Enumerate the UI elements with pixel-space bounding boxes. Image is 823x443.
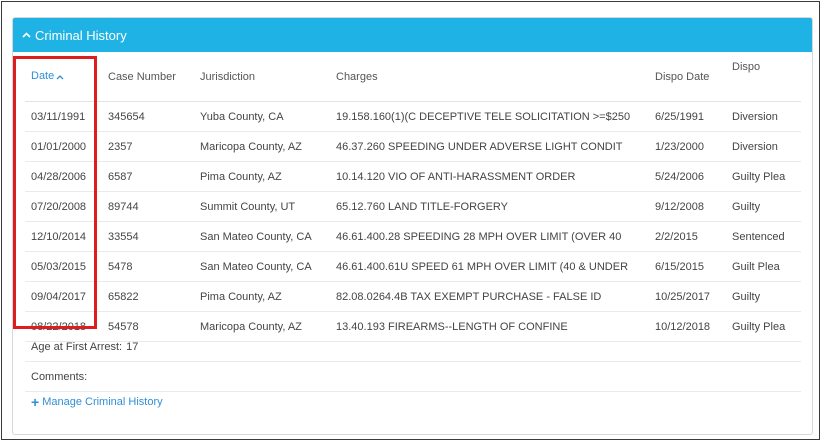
cell-charges: 19.158.160(1)(C DECEPTIVE TELE SOLICITAT… bbox=[330, 101, 649, 132]
cell-dispo: Guilty Plea bbox=[726, 161, 801, 192]
column-header-date-label: Date bbox=[31, 70, 55, 83]
table-row: 07/20/2008 89744 Summit County, UT 65.12… bbox=[25, 191, 801, 222]
cell-charges: 10.14.120 VIO OF ANTI-HARASSMENT ORDER bbox=[330, 161, 649, 192]
cell-jurisdiction: Pima County, AZ bbox=[194, 281, 330, 312]
cell-date: 04/28/2006 bbox=[25, 161, 102, 192]
cell-date: 01/01/2000 bbox=[25, 131, 102, 162]
table-row: 01/01/2000 2357 Maricopa County, AZ 46.3… bbox=[25, 131, 801, 162]
cell-date: 05/03/2015 bbox=[25, 251, 102, 282]
age-at-first-arrest-row: Age at First Arrest: 17 bbox=[25, 332, 801, 362]
cell-case-number: 89744 bbox=[102, 191, 194, 222]
cell-charges: 82.08.0264.4B TAX EXEMPT PURCHASE - FALS… bbox=[330, 281, 649, 312]
column-header-charges[interactable]: Charges bbox=[330, 52, 649, 102]
cell-case-number: 65822 bbox=[102, 281, 194, 312]
cell-dispo: Sentenced bbox=[726, 221, 801, 252]
cell-case-number: 6587 bbox=[102, 161, 194, 192]
cell-charges: 46.37.260 SPEEDING UNDER ADVERSE LIGHT C… bbox=[330, 131, 649, 162]
age-at-first-arrest-label: Age at First Arrest: bbox=[31, 340, 123, 353]
table-row: 09/04/2017 65822 Pima County, AZ 82.08.0… bbox=[25, 281, 801, 312]
cell-jurisdiction: Summit County, UT bbox=[194, 191, 330, 222]
cell-dispo-date: 2/2/2015 bbox=[649, 221, 726, 252]
cell-jurisdiction: Yuba County, CA bbox=[194, 101, 330, 132]
cell-dispo: Guilty bbox=[726, 281, 801, 312]
plus-icon: + bbox=[31, 393, 40, 410]
cell-jurisdiction: San Mateo County, CA bbox=[194, 251, 330, 282]
cell-dispo-date: 9/12/2008 bbox=[649, 191, 726, 222]
cell-case-number: 5478 bbox=[102, 251, 194, 282]
cell-jurisdiction: San Mateo County, CA bbox=[194, 221, 330, 252]
cell-charges: 46.61.400.28 SPEEDING 28 MPH OVER LIMIT … bbox=[330, 221, 649, 252]
cell-jurisdiction: Maricopa County, AZ bbox=[194, 131, 330, 162]
cell-date: 09/04/2017 bbox=[25, 281, 102, 312]
table-row: 03/11/1991 345654 Yuba County, CA 19.158… bbox=[25, 101, 801, 132]
screenshot-frame: Criminal History Date Case Number Jurisd… bbox=[1, 1, 820, 440]
criminal-history-table: Date Case Number Jurisdiction Charges Di… bbox=[25, 52, 801, 342]
criminal-history-table-wrapper: Date Case Number Jurisdiction Charges Di… bbox=[25, 52, 801, 342]
cell-dispo: Guilt Plea bbox=[726, 251, 801, 282]
comments-label: Comments: bbox=[31, 370, 88, 383]
cell-date: 07/20/2008 bbox=[25, 191, 102, 222]
cell-charges: 65.12.760 LAND TITLE-FORGERY bbox=[330, 191, 649, 222]
table-row: 05/03/2015 5478 San Mateo County, CA 46.… bbox=[25, 251, 801, 282]
table-header-row: Date Case Number Jurisdiction Charges Di… bbox=[25, 52, 801, 102]
column-header-dispo[interactable]: Dispo bbox=[726, 52, 801, 102]
age-at-first-arrest-value: 17 bbox=[126, 340, 139, 353]
cell-dispo-date: 6/15/2015 bbox=[649, 251, 726, 282]
table-row: 12/10/2014 33554 San Mateo County, CA 46… bbox=[25, 221, 801, 252]
cell-jurisdiction: Pima County, AZ bbox=[194, 161, 330, 192]
column-header-jurisdiction[interactable]: Jurisdiction bbox=[194, 52, 330, 102]
comments-row: Comments: bbox=[25, 362, 801, 392]
criminal-history-panel: Criminal History Date Case Number Jurisd… bbox=[12, 17, 813, 435]
cell-dispo: Diversion bbox=[726, 101, 801, 132]
cell-dispo: Guilty bbox=[726, 191, 801, 222]
cell-dispo-date: 1/23/2000 bbox=[649, 131, 726, 162]
cell-case-number: 345654 bbox=[102, 101, 194, 132]
manage-criminal-history-link[interactable]: + Manage Criminal History bbox=[31, 393, 163, 410]
panel-title: Criminal History bbox=[35, 27, 127, 43]
cell-date: 12/10/2014 bbox=[25, 221, 102, 252]
cell-dispo-date: 10/25/2017 bbox=[649, 281, 726, 312]
cell-date: 03/11/1991 bbox=[25, 101, 102, 132]
cell-charges: 46.61.400.61U SPEED 61 MPH OVER LIMIT (4… bbox=[330, 251, 649, 282]
table-row: 04/28/2006 6587 Pima County, AZ 10.14.12… bbox=[25, 161, 801, 192]
manage-criminal-history-label: Manage Criminal History bbox=[42, 396, 163, 408]
column-header-date[interactable]: Date bbox=[25, 52, 102, 102]
cell-case-number: 2357 bbox=[102, 131, 194, 162]
cell-dispo-date: 5/24/2006 bbox=[649, 161, 726, 192]
chevron-up-icon bbox=[21, 30, 31, 40]
panel-header-toggle[interactable]: Criminal History bbox=[13, 18, 812, 52]
caret-up-icon bbox=[56, 71, 64, 83]
column-header-dispo-date[interactable]: Dispo Date bbox=[649, 52, 726, 102]
cell-case-number: 33554 bbox=[102, 221, 194, 252]
cell-dispo-date: 6/25/1991 bbox=[649, 101, 726, 132]
column-header-case-number[interactable]: Case Number bbox=[102, 52, 194, 102]
cell-dispo: Diversion bbox=[726, 131, 801, 162]
